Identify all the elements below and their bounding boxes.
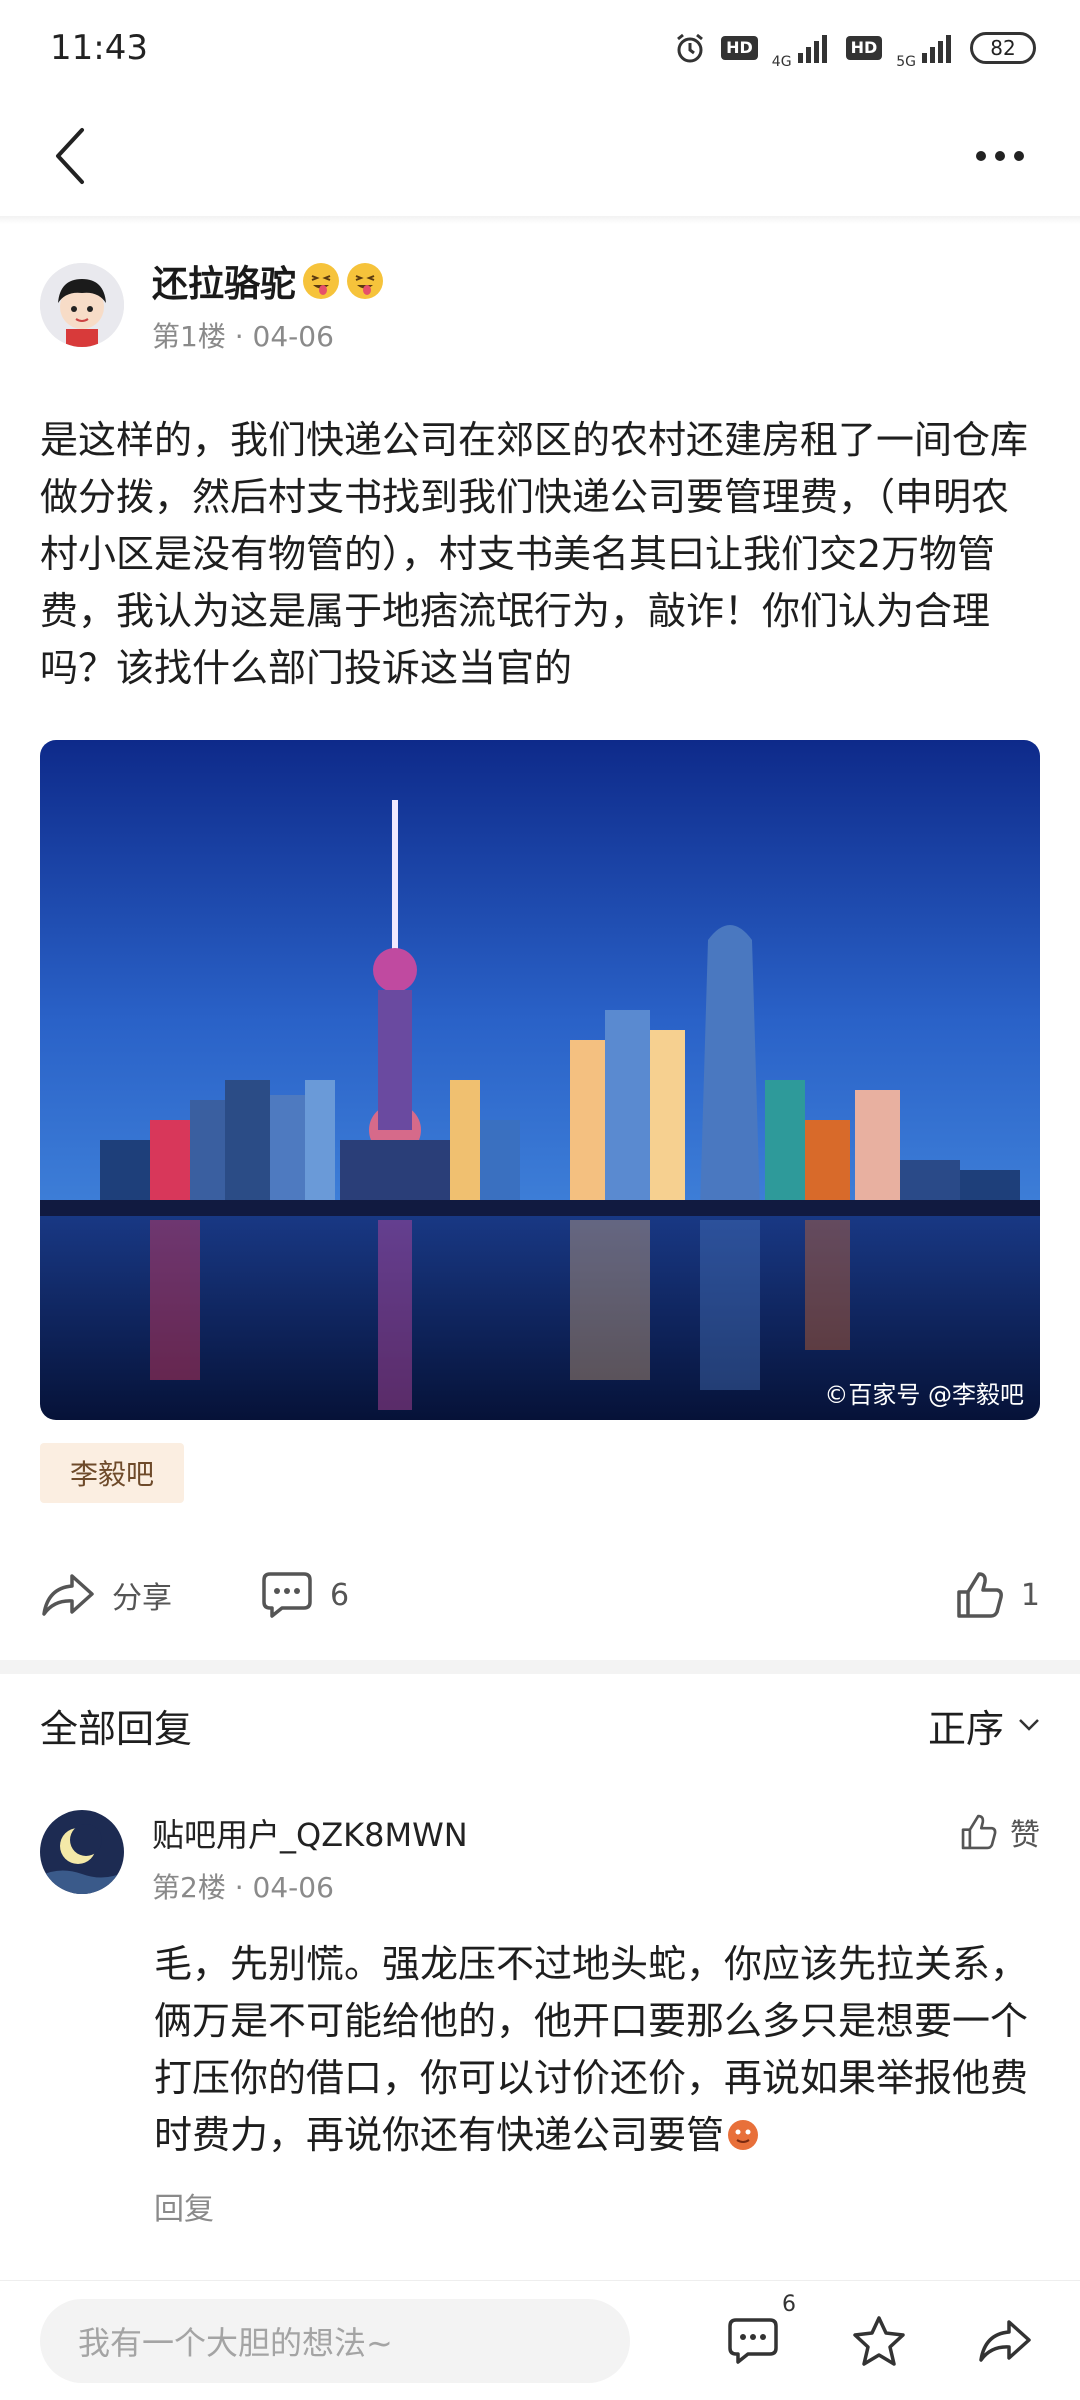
comments-button[interactable]: 6 — [718, 2292, 796, 2376]
like-count: 1 — [1020, 1577, 1040, 1613]
more-button[interactable] — [960, 116, 1040, 196]
moon-avatar-icon — [40, 1810, 124, 1894]
comment-icon — [262, 1572, 312, 1618]
status-bar: 11:43 HD 4G HD 5G 82 — [0, 0, 1080, 96]
avatar[interactable] — [40, 263, 124, 347]
signal-icon-2 — [922, 35, 951, 63]
post-actions: 分享 6 1 — [40, 1560, 1040, 1630]
reply-floor-date: 第2楼 · 04-06 — [152, 1871, 334, 1904]
share-icon — [979, 2319, 1031, 2362]
signal-icon — [797, 35, 827, 63]
hd-badge-2: HD — [845, 36, 883, 60]
comment-input[interactable]: 我有一个大胆的想法~ — [40, 2298, 630, 2383]
author-name[interactable]: 还拉骆驼 — [152, 255, 296, 307]
reply-like-button[interactable]: 赞 — [960, 1810, 1040, 1854]
reply-text-content: 毛，先别慌。强龙压不过地头蛇，你应该先拉关系，俩万是不可能给他的，他开口要那么多… — [154, 1942, 1029, 2157]
reply-item: 贴吧用户_QZK8MWN 第2楼 · 04-06 赞 毛，先别慌。强龙压不过地头… — [40, 1810, 1040, 2228]
section-divider — [0, 1660, 1080, 1674]
post-body: 是这样的，我们快递公司在郊区的农村还建房租了一间仓库做分拨，然后村支书找到我们快… — [40, 418, 1029, 690]
replies-header: 全部回复 正序 — [40, 1695, 1040, 1755]
image-watermark: ©百家号 @李毅吧 — [824, 1381, 1024, 1409]
thumbs-up-icon — [961, 1814, 997, 1850]
post-author: 还拉骆驼 第1楼 · 04-06 — [40, 255, 384, 355]
reply-username[interactable]: 贴吧用户_QZK8MWN — [152, 1810, 960, 1856]
share-button[interactable]: 分享 — [40, 1570, 260, 1620]
battery-icon: 82 — [970, 32, 1036, 64]
status-icons: HD 4G HD 5G 82 — [673, 26, 1036, 70]
city-skyline-image — [40, 740, 1040, 1420]
chevron-down-icon — [1019, 1719, 1039, 1731]
forward-button[interactable] — [970, 2306, 1040, 2376]
replies-title: 全部回复 — [40, 1706, 193, 1751]
comment-badge: 6 — [782, 2291, 796, 2317]
reply-text: 毛，先别慌。强龙压不过地头蛇，你应该先拉关系，俩万是不可能给他的，他开口要那么多… — [154, 1936, 1034, 2164]
nav-bar — [0, 96, 1080, 216]
favorite-button[interactable] — [844, 2306, 914, 2376]
tongue-emoji-icon-2 — [347, 263, 384, 299]
bottom-bar: 我有一个大胆的想法~ 6 — [0, 2280, 1080, 2400]
reply-button[interactable]: 回复 — [154, 2184, 1040, 2228]
comment-count: 6 — [330, 1577, 350, 1613]
thumbs-up-icon — [957, 1572, 1003, 1618]
cartoon-avatar-icon — [40, 263, 124, 347]
sort-dropdown[interactable]: 正序 — [928, 1698, 1040, 1753]
share-label: 分享 — [112, 1581, 172, 1616]
like-button[interactable]: 1 — [955, 1570, 1040, 1620]
back-button[interactable] — [40, 116, 100, 196]
tongue-emoji-icon — [303, 263, 340, 299]
nav-divider — [0, 216, 1080, 224]
status-time: 11:43 — [50, 28, 148, 68]
network-4g-label: 4G — [771, 54, 792, 70]
share-icon — [42, 1574, 94, 1616]
chevron-left-icon — [56, 128, 84, 184]
post-image[interactable]: ©百家号 @李毅吧 — [40, 740, 1040, 1420]
forum-tag[interactable]: 李毅吧 — [40, 1443, 185, 1503]
comment-button[interactable]: 6 — [260, 1570, 460, 1620]
more-dots-icon — [976, 151, 1024, 161]
emoji-icon — [728, 2120, 759, 2150]
star-icon — [853, 2315, 905, 2366]
hd-badge-1: HD — [721, 36, 758, 60]
network-5g-label: 5G — [896, 54, 916, 70]
reply-avatar[interactable] — [40, 1810, 124, 1894]
reply-like-label: 赞 — [1010, 1818, 1040, 1853]
comment-icon — [728, 2317, 778, 2364]
alarm-icon — [677, 33, 704, 63]
post-floor-date: 第1楼 · 04-06 — [152, 320, 334, 353]
sort-label: 正序 — [927, 1706, 1004, 1751]
